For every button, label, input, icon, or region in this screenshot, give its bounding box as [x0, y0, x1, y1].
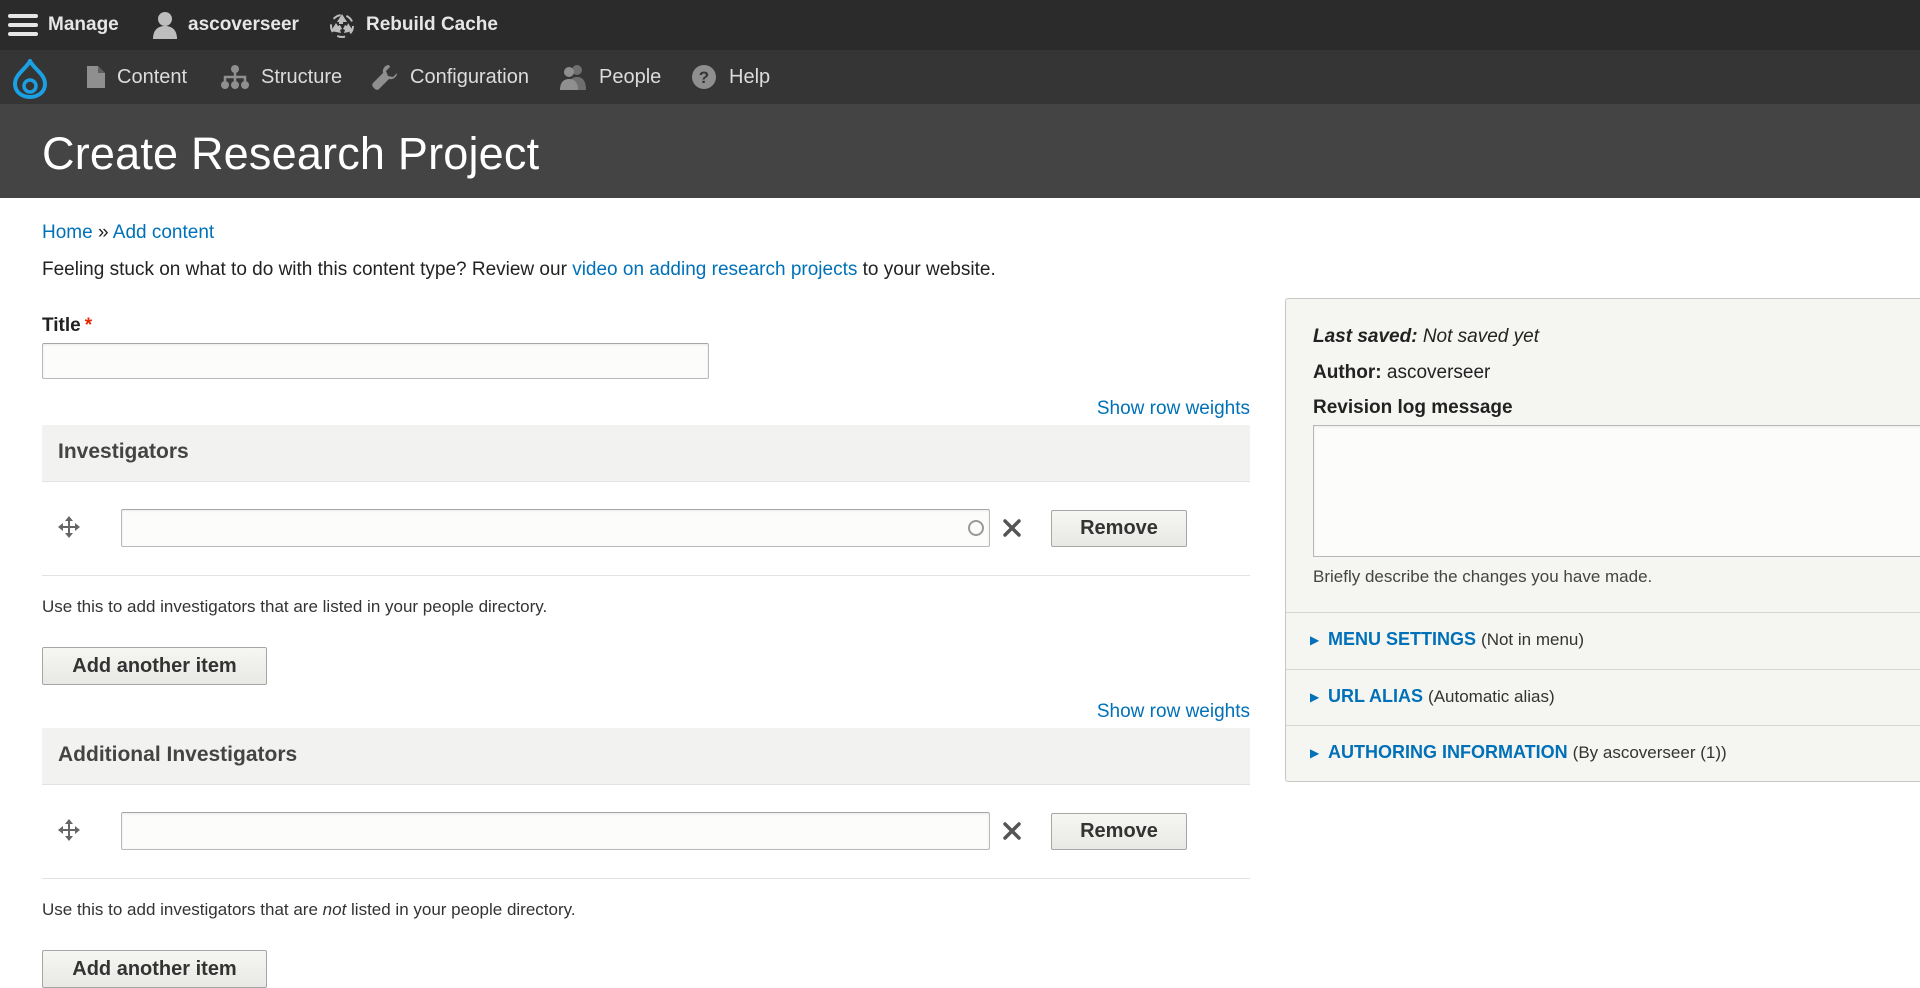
additional-description-end: listed in your people directory. — [346, 900, 576, 919]
additional-investigators-header-label: Additional Investigators — [58, 743, 298, 766]
tray-item-configuration[interactable]: Configuration — [372, 50, 529, 104]
file-icon — [87, 66, 105, 88]
author-value: ascoverseer — [1381, 362, 1491, 383]
help-icon: ? — [692, 65, 716, 89]
author-label: Author: — [1313, 362, 1382, 383]
additional-investigators-divider — [42, 878, 1250, 879]
video-link[interactable]: video on adding research projects — [572, 259, 857, 280]
show-row-weights-link-additional[interactable]: Show row weights — [1097, 701, 1250, 723]
authoring-information-title: AUTHORING INFORMATION — [1328, 742, 1568, 762]
clear-field-icon[interactable] — [1001, 820, 1023, 842]
required-marker: * — [84, 315, 93, 336]
investigators-description: Use this to add investigators that are l… — [42, 597, 548, 616]
investigators-header-label: Investigators — [58, 440, 189, 463]
url-alias-section[interactable]: ▶ URL ALIAS (Automatic alias) — [1286, 669, 1920, 726]
add-another-additional-investigator-button[interactable]: Add another item — [42, 950, 267, 988]
tray-item-label: Content — [117, 65, 188, 88]
revision-log-label: Revision log message — [1313, 397, 1513, 418]
last-saved-info: Last saved: Not saved yet — [1313, 326, 1539, 348]
breadcrumb: Home » Add content — [42, 222, 214, 244]
user-toolbar-item[interactable]: ascoverseer — [152, 0, 299, 50]
authoring-information-summary: (By ascoverseer (1)) — [1572, 743, 1727, 762]
rebuild-cache-toolbar-item[interactable]: Rebuild Cache — [328, 0, 498, 50]
additional-investigator-input[interactable] — [121, 812, 990, 850]
page-title: Create Research Project — [42, 128, 540, 179]
breadcrumb-home-link[interactable]: Home — [42, 222, 93, 243]
add-another-investigator-button[interactable]: Add another item — [42, 647, 267, 685]
tray-item-people[interactable]: People — [559, 50, 661, 104]
manage-toolbar-item[interactable]: Manage — [8, 0, 119, 50]
recycle-icon — [330, 14, 354, 38]
author-info: Author: ascoverseer — [1313, 362, 1490, 384]
user-icon — [153, 12, 177, 39]
tray-item-label: Structure — [261, 65, 343, 88]
revision-log-textarea[interactable] — [1313, 425, 1920, 557]
menu-settings-title: MENU SETTINGS — [1328, 629, 1477, 649]
additional-investigators-description: Use this to add investigators that are n… — [42, 900, 576, 920]
people-icon — [560, 65, 586, 90]
additional-description-emphasis: not — [322, 900, 347, 919]
url-alias-title: URL ALIAS — [1328, 686, 1424, 706]
remove-additional-investigator-button[interactable]: Remove — [1051, 813, 1187, 850]
additional-investigators-header: Additional Investigators — [42, 728, 1250, 785]
investigators-divider — [42, 575, 1250, 576]
tray-item-label: People — [599, 65, 662, 88]
intro-text-end: to your website. — [857, 259, 996, 280]
drag-handle-icon[interactable] — [57, 818, 81, 842]
hamburger-icon — [8, 14, 38, 36]
last-saved-value: Not saved yet — [1417, 326, 1539, 347]
clear-field-icon[interactable] — [1001, 517, 1023, 539]
tray-item-structure[interactable]: Structure — [221, 50, 342, 104]
manage-label: Manage — [48, 14, 119, 35]
title-input[interactable] — [42, 343, 709, 379]
user-label: ascoverseer — [188, 14, 299, 35]
tray-item-label: Help — [729, 65, 771, 88]
url-alias-summary: (Automatic alias) — [1428, 687, 1555, 706]
additional-description-start: Use this to add investigators that are — [42, 900, 323, 919]
menu-settings-section[interactable]: ▶ MENU SETTINGS (Not in menu) — [1286, 612, 1920, 669]
svg-text:?: ? — [699, 68, 709, 87]
page-header: Create Research Project — [0, 104, 1920, 198]
last-saved-label: Last saved: — [1313, 326, 1418, 347]
drupal-logo-icon — [12, 59, 48, 99]
admin-menu-tray: Content Structure Configuration People ? — [0, 50, 1920, 104]
menu-settings-summary: (Not in menu) — [1481, 630, 1585, 649]
wrench-icon — [372, 65, 397, 90]
autocomplete-throbber-icon — [968, 520, 984, 536]
expand-triangle-icon: ▶ — [1310, 633, 1320, 647]
tray-item-label: Configuration — [410, 65, 529, 88]
remove-investigator-button[interactable]: Remove — [1051, 510, 1187, 547]
tray-item-content[interactable]: Content — [87, 50, 187, 104]
meta-sidebar: Last saved: Not saved yet Author: ascove… — [1285, 298, 1920, 782]
revision-log-help: Briefly describe the changes you have ma… — [1313, 567, 1653, 586]
breadcrumb-add-content-link[interactable]: Add content — [113, 222, 214, 243]
title-label-text: Title — [42, 315, 81, 336]
intro-text: Feeling stuck on what to do with this co… — [42, 259, 996, 281]
rebuild-cache-label: Rebuild Cache — [366, 14, 498, 35]
expand-triangle-icon: ▶ — [1310, 746, 1320, 760]
drag-handle-icon[interactable] — [57, 515, 81, 539]
admin-toolbar: Manage ascoverseer Rebuild Cache — [0, 0, 1920, 50]
tray-item-help[interactable]: ? Help — [691, 50, 770, 104]
investigator-autocomplete-input[interactable] — [121, 509, 990, 547]
show-row-weights-link-investigators[interactable]: Show row weights — [1097, 398, 1250, 420]
breadcrumb-separator: » — [97, 222, 109, 243]
intro-text-start: Feeling stuck on what to do with this co… — [42, 259, 573, 280]
authoring-information-section[interactable]: ▶ AUTHORING INFORMATION (By ascoverseer … — [1286, 725, 1920, 782]
investigators-header: Investigators — [42, 425, 1250, 482]
structure-icon — [221, 65, 249, 89]
expand-triangle-icon: ▶ — [1310, 690, 1320, 704]
title-label: Title * — [42, 315, 92, 337]
